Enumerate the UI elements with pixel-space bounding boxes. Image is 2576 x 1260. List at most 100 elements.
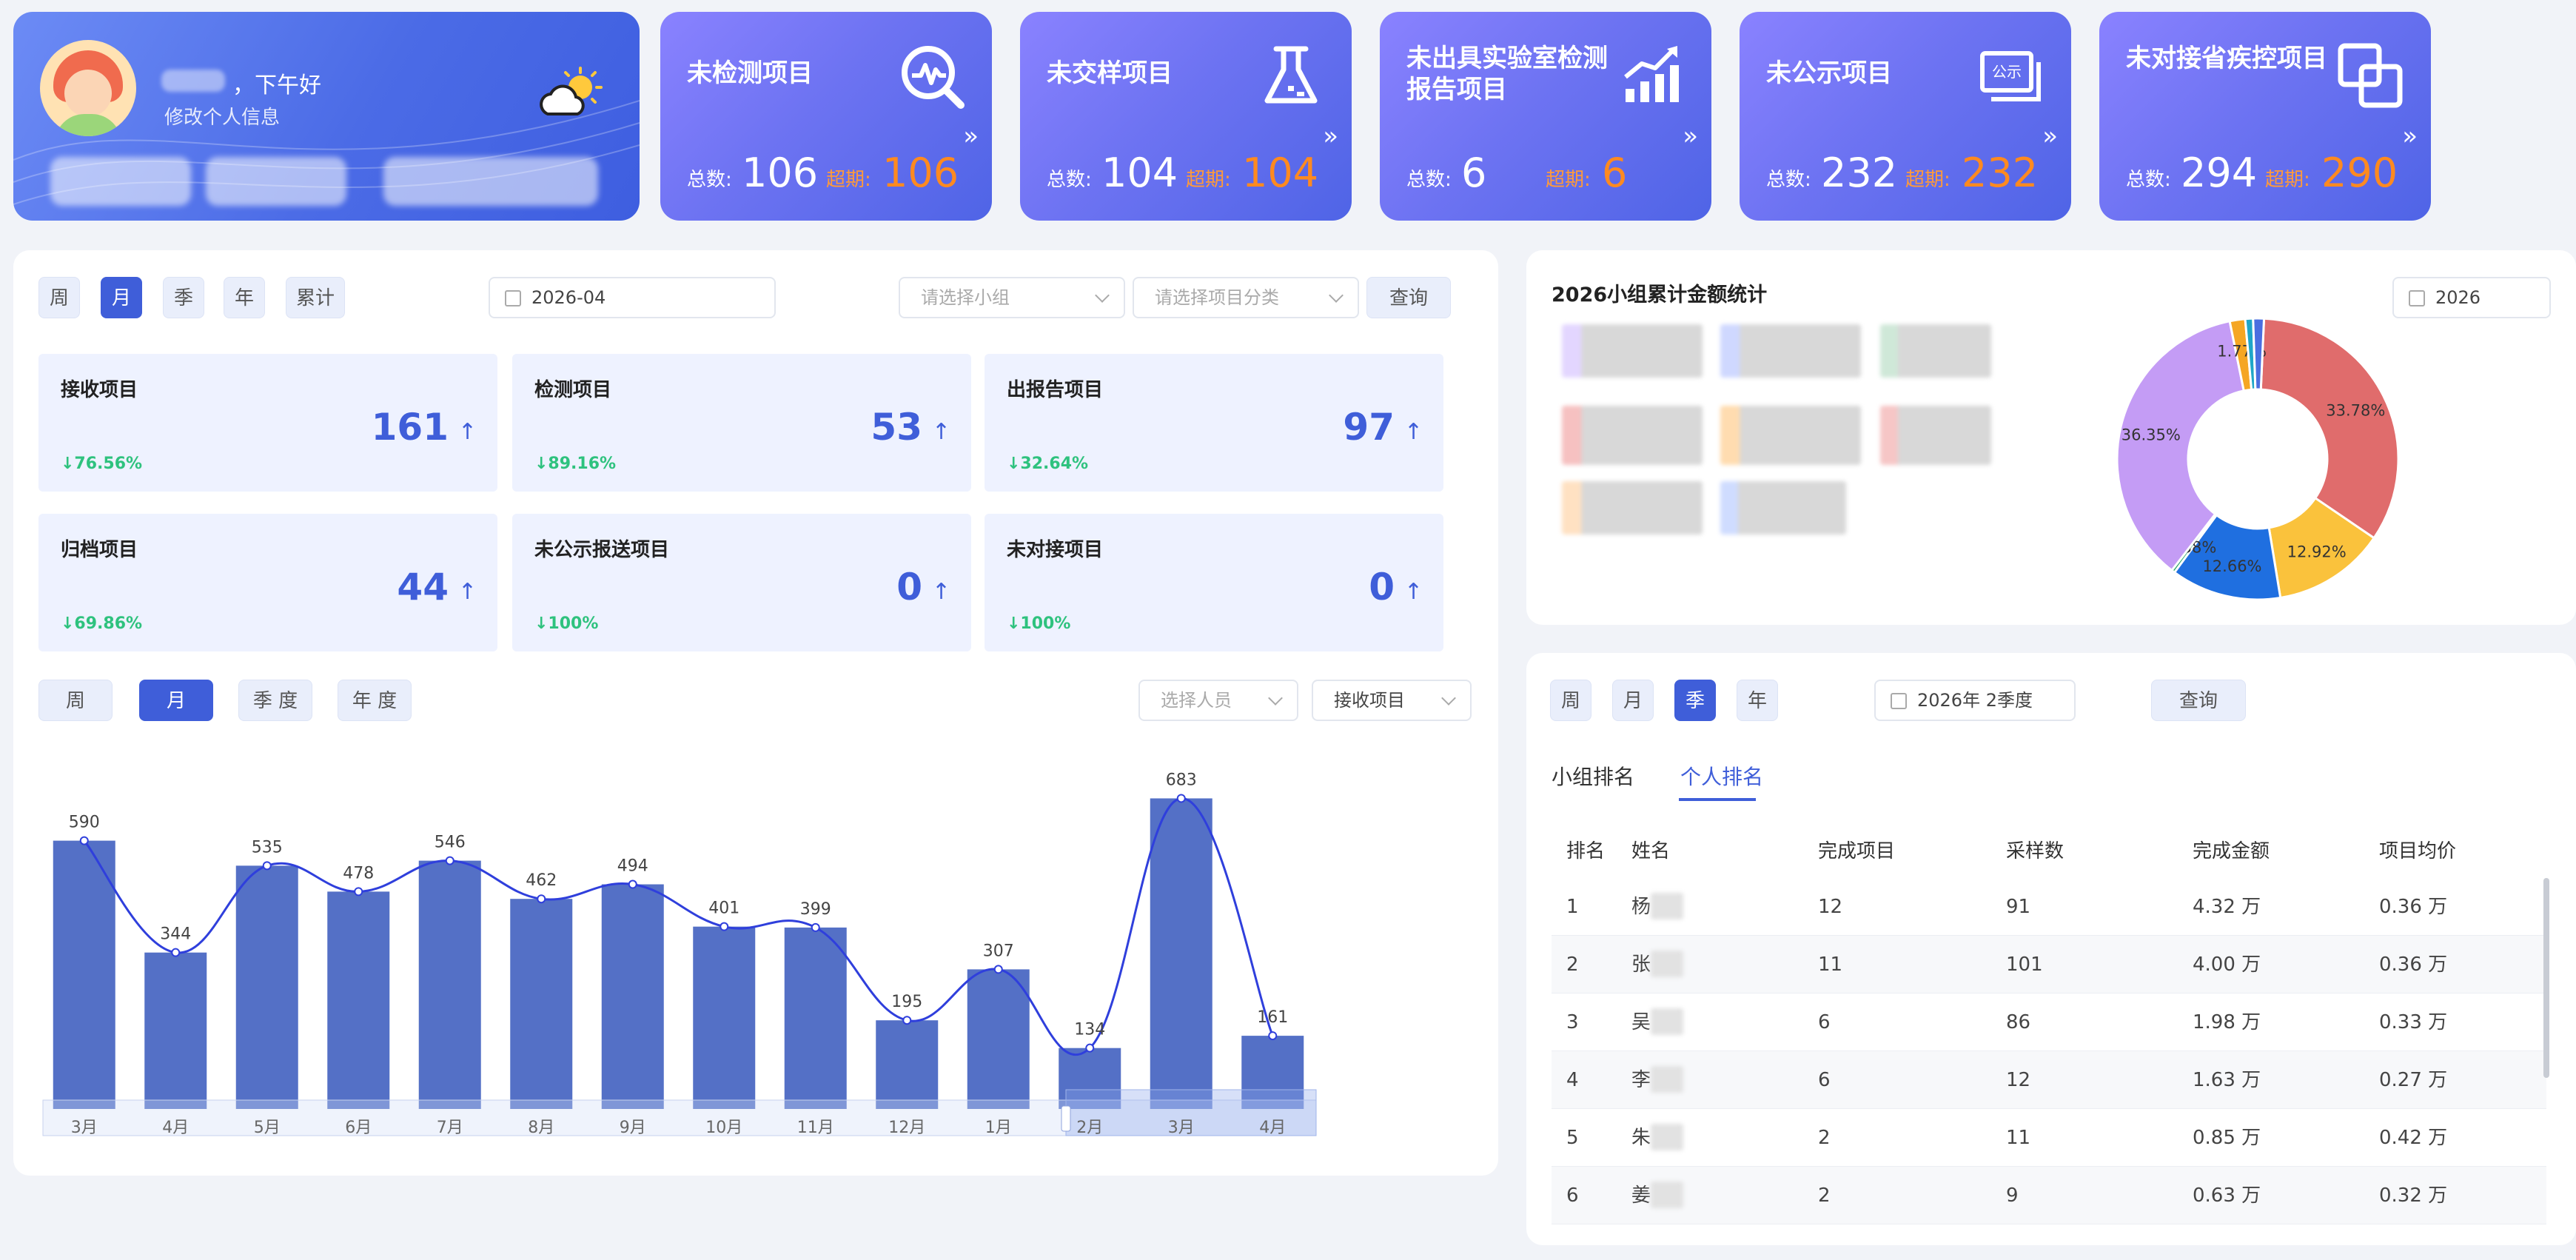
category-select-placeholder: 请选择项目分类 — [1155, 287, 1279, 308]
data-label: 307 — [983, 942, 1014, 960]
period-cumulative-button[interactable]: 累计 — [286, 277, 345, 318]
table-row[interactable]: 1 杨 12 91 4.32 万 0.36 万 — [1552, 878, 2546, 936]
chevron-down-icon — [1329, 288, 1344, 303]
rank-period-year-button[interactable]: 年 — [1737, 680, 1778, 721]
metric-received[interactable]: 接收项目 161 ↑ ↓76.56% — [38, 354, 497, 492]
overdue-value: 104 — [1242, 150, 1319, 196]
chart-bar — [144, 952, 207, 1109]
partly-cloudy-icon — [540, 67, 603, 115]
stat-card-no-report[interactable]: 未出具实验室检测报告项目 » 总数: 6 超期: 6 — [1380, 12, 1711, 221]
metric-title: 归档项目 — [61, 539, 138, 561]
metric-reported[interactable]: 出报告项目 97 ↑ ↓32.64% — [985, 354, 1443, 492]
metric-tested[interactable]: 检测项目 53 ↑ ↓89.16% — [512, 354, 971, 492]
metric-unpublished[interactable]: 未公示报送项目 0 ↑ ↓100% — [512, 514, 971, 651]
calendar-icon — [1891, 693, 1907, 709]
table-row[interactable]: 6 姜 2 9 0.63 万 0.32 万 — [1552, 1167, 2546, 1224]
table-cell: 0.36 万 — [2379, 896, 2448, 918]
avatar[interactable] — [40, 40, 136, 136]
data-label: 478 — [343, 864, 374, 882]
pie-title: 2026小组累计金额统计 — [1552, 284, 1768, 306]
chart-period-year-button[interactable]: 年 度 — [338, 680, 412, 721]
table-scrollbar[interactable] — [2543, 878, 2549, 1078]
data-label: 494 — [617, 857, 648, 876]
table-cell: 11 — [1818, 954, 1843, 976]
quarter-picker-value: 2026年 2季度 — [1917, 690, 2033, 711]
table-row[interactable]: 2 张 11 101 4.00 万 0.36 万 — [1552, 936, 2546, 993]
edit-profile-link[interactable]: 修改个人信息 — [164, 102, 280, 130]
period-quarter-button[interactable]: 季 — [163, 277, 204, 318]
person-select[interactable]: 选择人员 — [1138, 680, 1298, 721]
chart-bar — [418, 860, 481, 1109]
chart-point — [1085, 1043, 1095, 1053]
name-blurred — [1651, 1066, 1683, 1093]
overdue-value: 6 — [1602, 150, 1628, 196]
metric-change: ↓89.16% — [534, 455, 617, 473]
metric-change: ↓69.86% — [61, 614, 143, 633]
year-picker[interactable]: 2026 — [2392, 277, 2551, 318]
stat-card-unpublished[interactable]: 未公示项目 公示 » 总数: 232 超期: 232 — [1740, 12, 2071, 221]
data-label: 590 — [69, 814, 100, 832]
stat-card-unsubmitted-sample[interactable]: 未交样项目 » 总数: 104 超期: 104 — [1020, 12, 1352, 221]
chart-period-quarter-button[interactable]: 季 度 — [238, 680, 312, 721]
category-select[interactable]: 请选择项目分类 — [1133, 277, 1359, 318]
stat-card-undetected[interactable]: 未检测项目 » 总数: 106 超期: 106 — [660, 12, 992, 221]
table-cell: 91 — [2006, 896, 2031, 918]
table-row[interactable]: 5 朱 2 11 0.85 万 0.42 万 — [1552, 1109, 2546, 1167]
metric-select[interactable]: 接收项目 — [1312, 680, 1472, 721]
period-year-button[interactable]: 年 — [224, 277, 265, 318]
tab-group-ranking[interactable]: 小组排名 — [1552, 761, 1634, 791]
metric-select-value: 接收项目 — [1334, 690, 1405, 711]
total-value: 104 — [1101, 150, 1178, 196]
chart-point — [902, 1016, 912, 1025]
pie-slice[interactable] — [2259, 317, 2398, 540]
rank-period-month-button[interactable]: 月 — [1612, 680, 1654, 721]
group-select[interactable]: 请选择小组 — [899, 277, 1125, 318]
table-cell: 6 — [1566, 1184, 1579, 1207]
rank-query-button[interactable]: 查询 — [2151, 680, 2246, 721]
data-label: 535 — [252, 838, 283, 857]
overdue-label: 超期: — [826, 169, 871, 191]
x-tick-label: 2月 — [1076, 1119, 1103, 1137]
metric-not-docked[interactable]: 未对接项目 0 ↑ ↓100% — [985, 514, 1443, 651]
metric-archived[interactable]: 归档项目 44 ↑ ↓69.86% — [38, 514, 497, 651]
data-label: 161 — [1257, 1008, 1288, 1027]
rank-period-week-button[interactable]: 周 — [1550, 680, 1591, 721]
table-cell: 1 — [1566, 896, 1579, 918]
pie-slice[interactable] — [2252, 317, 2266, 391]
person-select-placeholder: 选择人员 — [1161, 690, 1232, 711]
table-cell: 2 — [1818, 1184, 1831, 1207]
total-value: 294 — [2181, 150, 2258, 196]
legend-blurred — [1880, 324, 1991, 378]
quarter-picker[interactable]: 2026年 2季度 — [1874, 680, 2076, 721]
chart-period-week-button[interactable]: 周 — [38, 680, 113, 721]
chart-point — [262, 861, 272, 871]
chart-point — [79, 836, 89, 845]
chart-period-month-button[interactable]: 月 — [139, 680, 213, 721]
data-label: 683 — [1166, 771, 1197, 789]
month-picker[interactable]: 2026-04 — [489, 277, 776, 318]
stat-card-not-docked[interactable]: 未对接省疾控项目 » 总数: 294 超期: 290 — [2099, 12, 2431, 221]
chart-point — [1176, 794, 1186, 803]
total-label: 总数: — [1047, 169, 1092, 191]
chart-bar — [1150, 798, 1212, 1109]
table-row[interactable]: 4 李 6 12 1.63 万 0.27 万 — [1552, 1051, 2546, 1109]
publicity-icon: 公示 — [1980, 51, 2041, 101]
chart-bar — [693, 926, 756, 1109]
rank-period-quarter-button[interactable]: 季 — [1674, 680, 1716, 721]
chart-point — [1268, 1031, 1278, 1041]
period-week-button[interactable]: 周 — [38, 277, 80, 318]
chevron-right-icon: » — [2402, 121, 2418, 151]
x-tick-label: 4月 — [1259, 1119, 1286, 1137]
name-cell: 姜 — [1631, 1184, 1651, 1207]
group-select-placeholder: 请选择小组 — [921, 287, 1010, 308]
tab-personal-ranking[interactable]: 个人排名 — [1680, 761, 1763, 791]
overdue-value: 232 — [1962, 150, 2039, 196]
legend-blurred — [1562, 481, 1703, 535]
metric-change: ↓32.64% — [1007, 455, 1089, 473]
chart-bar — [784, 927, 847, 1109]
period-month-button[interactable]: 月 — [101, 277, 142, 318]
query-button[interactable]: 查询 — [1366, 277, 1451, 318]
table-cell: 0.42 万 — [2379, 1127, 2448, 1149]
chevron-down-icon — [1441, 691, 1456, 706]
table-row[interactable]: 3 吴 6 86 1.98 万 0.33 万 — [1552, 993, 2546, 1051]
